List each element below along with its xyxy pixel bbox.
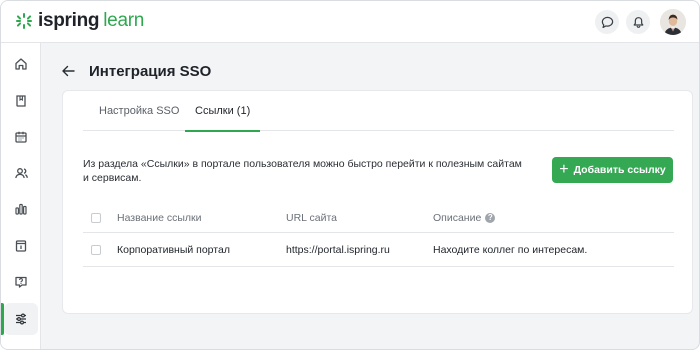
logo-name: ispring	[38, 10, 100, 31]
calendar-icon	[15, 131, 27, 143]
sidebar	[1, 43, 41, 349]
back-button[interactable]	[61, 63, 77, 79]
user-avatar[interactable]	[660, 9, 686, 35]
home-icon	[15, 58, 27, 70]
book-icon	[16, 95, 26, 107]
tab-links[interactable]: Ссылки (1)	[184, 91, 261, 132]
column-header-name[interactable]: Название ссылки	[117, 203, 201, 232]
app-window: ispring learn Интеграция SSO Настройка S…	[0, 0, 700, 350]
page-title: Интеграция SSO	[89, 62, 212, 80]
plus-icon: +	[559, 161, 569, 178]
content-card: Настройка SSO Ссылки (1) Из раздела «Ссы…	[62, 90, 693, 314]
logo[interactable]: ispring learn	[15, 10, 144, 32]
bell-icon	[633, 16, 643, 28]
users-icon	[14, 168, 28, 179]
logo-mark-icon	[16, 13, 32, 29]
table-header-row: Название ссылки URL сайта Описание ?	[83, 203, 674, 233]
chat-icon	[601, 16, 613, 28]
page-header: Интеграция SSO	[61, 59, 211, 83]
help-icon	[15, 276, 27, 288]
chat-button[interactable]	[595, 10, 619, 34]
sidebar-item-info[interactable]	[4, 230, 38, 262]
sidebar-item-settings[interactable]	[1, 303, 38, 335]
column-header-description-label: Описание	[433, 211, 482, 224]
column-header-url[interactable]: URL сайта	[286, 203, 337, 232]
chart-icon	[15, 203, 27, 215]
section-description: Из раздела «Ссылки» в портале пользовате…	[83, 158, 522, 184]
link-url-cell: https://portal.ispring.ru	[286, 243, 390, 256]
select-all-cell	[91, 203, 101, 232]
question-icon[interactable]: ?	[485, 212, 496, 223]
arrow-left-icon	[62, 65, 75, 77]
sidebar-item-calendar[interactable]	[4, 121, 38, 153]
add-link-button[interactable]: + Добавить ссылку	[552, 157, 673, 183]
row-select-cell	[91, 233, 101, 266]
tab-bar: Настройка SSO Ссылки (1)	[83, 91, 674, 132]
link-name-cell[interactable]: Корпоративный портал	[117, 233, 230, 266]
tab-sso-settings[interactable]: Настройка SSO	[99, 91, 179, 131]
sidebar-item-courses[interactable]	[4, 85, 38, 117]
sidebar-item-home[interactable]	[4, 48, 38, 80]
link-description-cell: Находите коллег по интересам.	[433, 243, 588, 256]
avatar-image	[660, 9, 686, 35]
column-header-description: Описание ?	[433, 203, 496, 232]
add-link-label: Добавить ссылку	[573, 164, 666, 176]
sidebar-item-reports[interactable]	[4, 193, 38, 225]
select-all-checkbox[interactable]	[91, 212, 101, 223]
info-card-icon	[15, 240, 27, 252]
logo-suffix: learn	[103, 10, 144, 31]
sidebar-item-users[interactable]	[4, 157, 38, 189]
table-row[interactable]: Корпоративный портал https://portal.ispr…	[83, 233, 674, 267]
sidebar-item-help[interactable]	[4, 266, 38, 298]
settings-sliders-icon	[16, 313, 26, 325]
top-bar: ispring learn	[1, 1, 699, 43]
row-checkbox[interactable]	[91, 244, 101, 255]
notifications-button[interactable]	[626, 10, 650, 34]
links-table: Название ссылки URL сайта Описание ? Кор…	[83, 203, 674, 267]
